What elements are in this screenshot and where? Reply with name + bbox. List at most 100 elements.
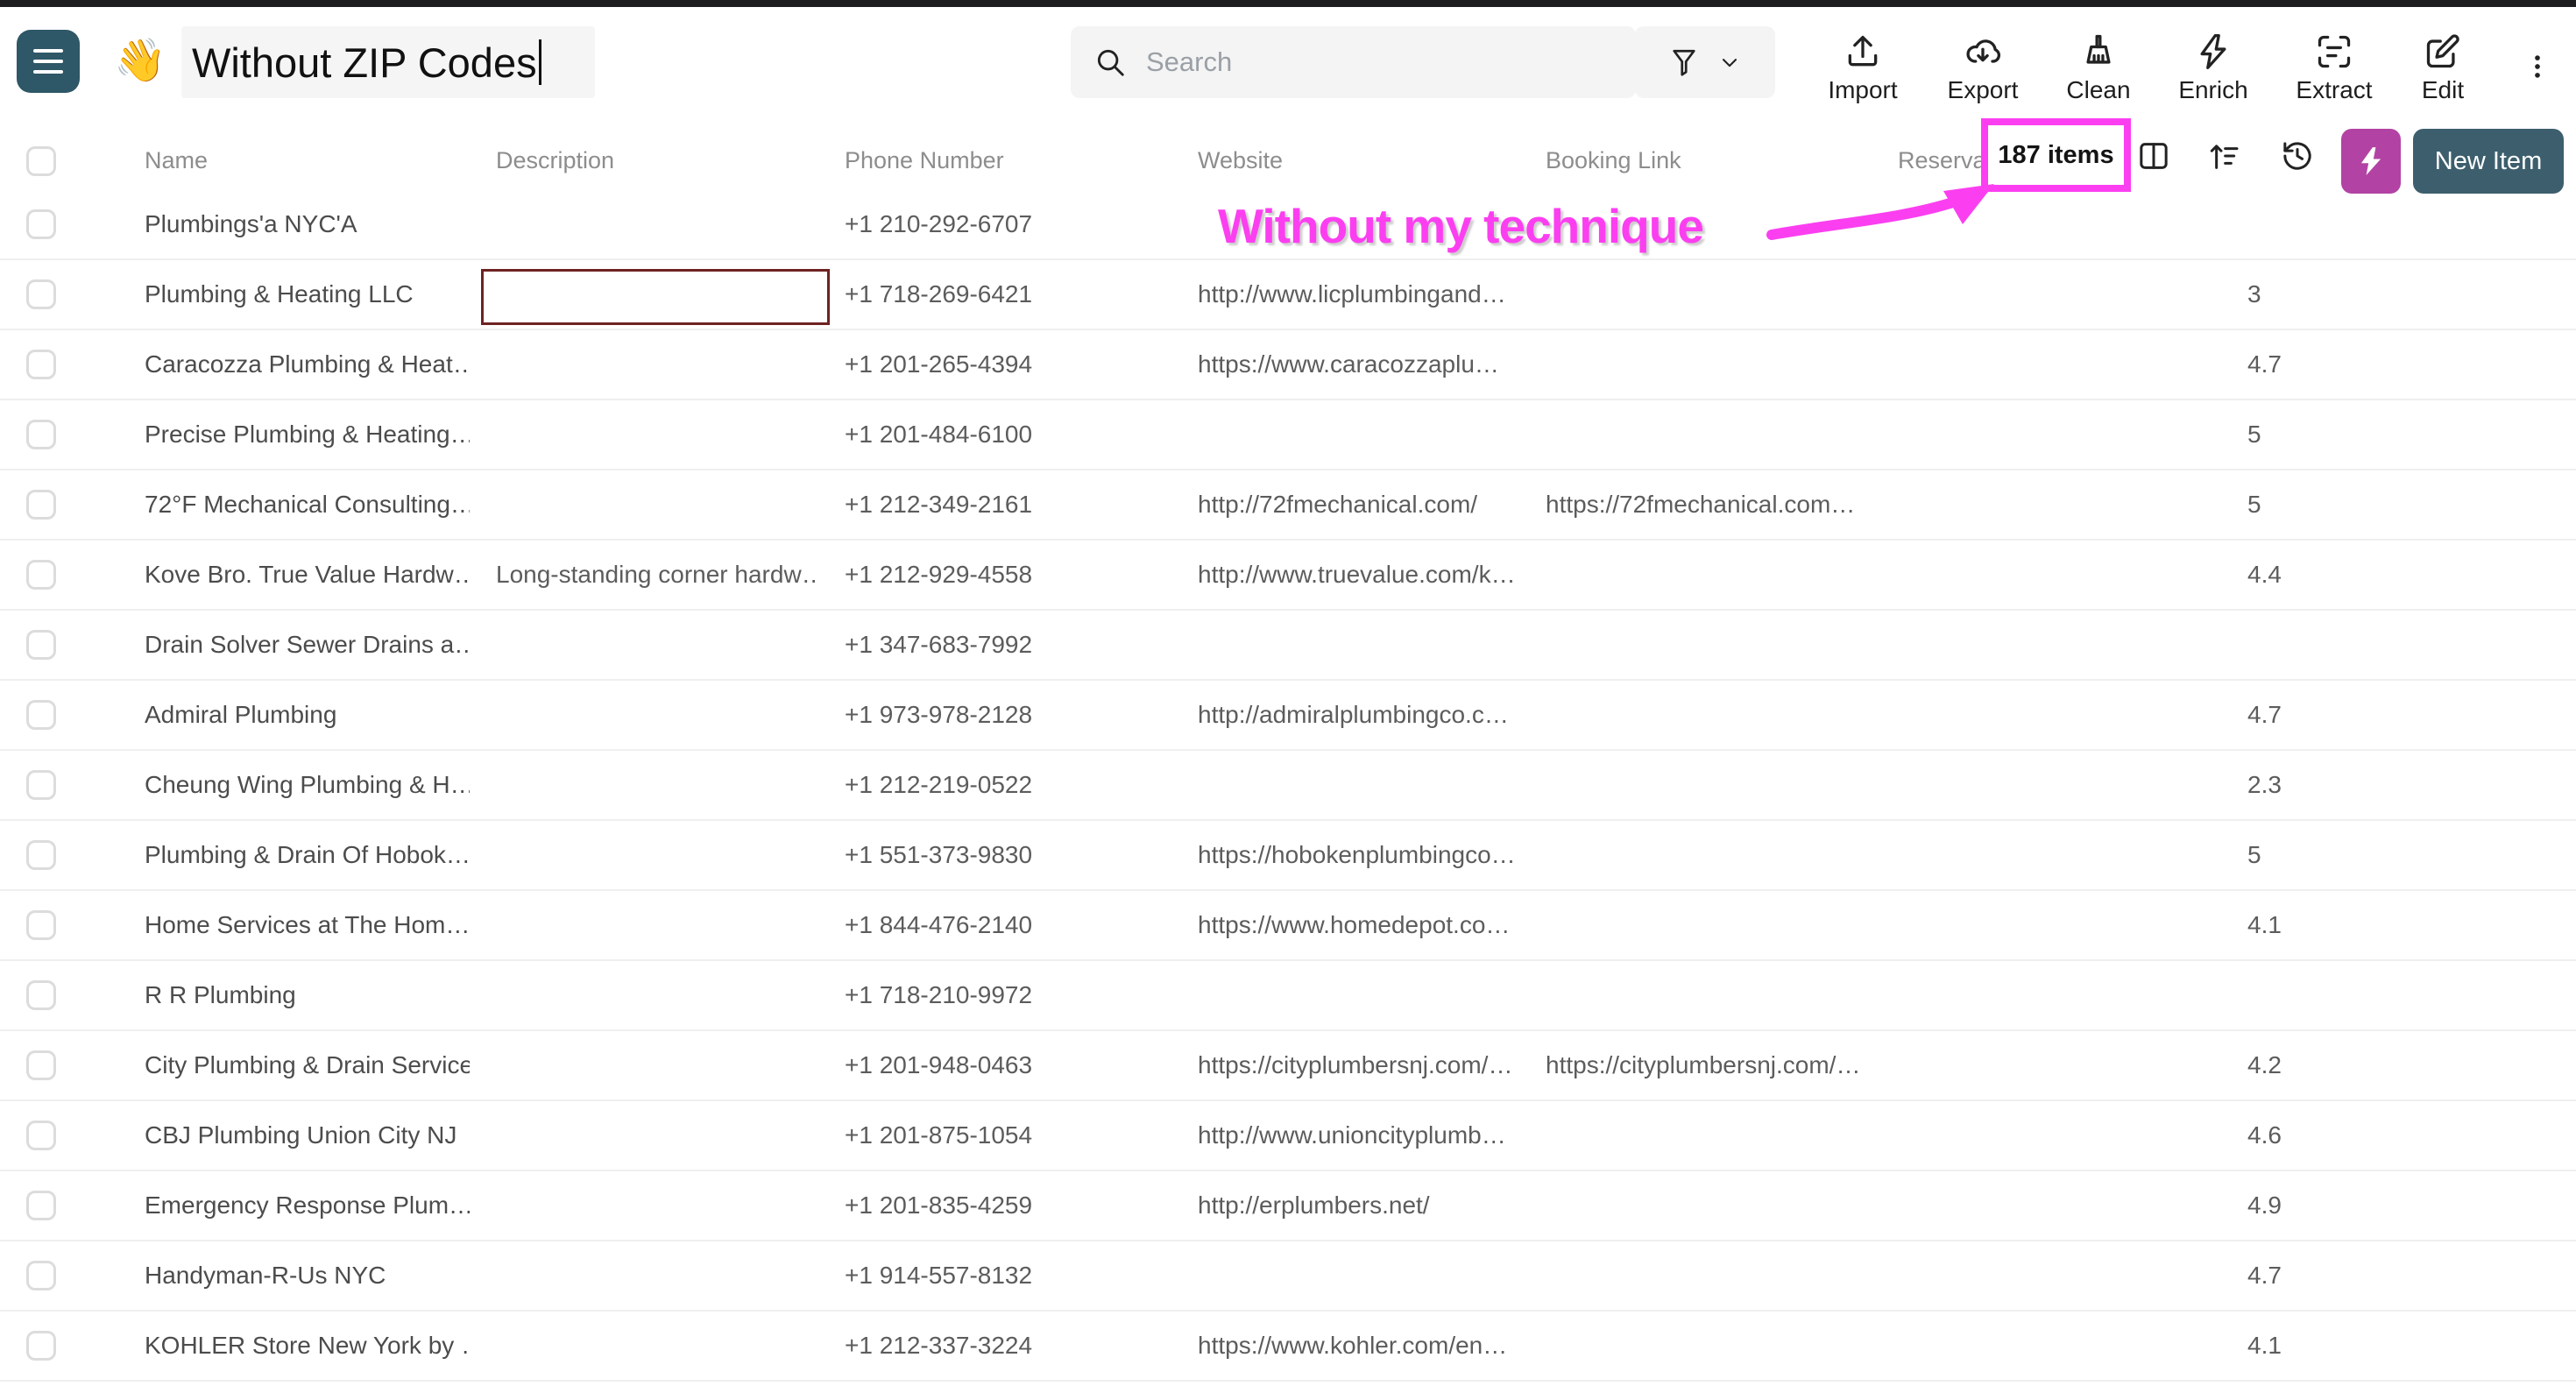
- cell-phone[interactable]: +1 201-484-6100: [818, 400, 1171, 469]
- cell-phone[interactable]: +1 212-337-3224: [818, 1312, 1171, 1380]
- row-checkbox[interactable]: [26, 1050, 56, 1080]
- cell-rating[interactable]: 5: [2217, 821, 2576, 889]
- cell-reservation[interactable]: [1872, 1312, 2217, 1380]
- cell-name[interactable]: Admiral Plumbing: [118, 681, 470, 749]
- export-button[interactable]: Export: [1935, 16, 2031, 121]
- cell-name[interactable]: CBJ Plumbing Union City NJ: [118, 1101, 470, 1170]
- row-checkbox[interactable]: [26, 350, 56, 379]
- cell-reservation[interactable]: [1872, 1031, 2217, 1099]
- filter-button[interactable]: [1635, 26, 1775, 98]
- cell-reservation[interactable]: [1872, 330, 2217, 399]
- cell-website[interactable]: [1171, 1241, 1519, 1310]
- table-row[interactable]: 72°F Mechanical Consulting…+1 212-349-21…: [0, 470, 2576, 541]
- table-row[interactable]: Emergency Response Plum… +1 201-835-4259h…: [0, 1171, 2576, 1241]
- cell-phone[interactable]: +1 551-373-9830: [818, 821, 1171, 889]
- search-input[interactable]: Search: [1071, 26, 1636, 98]
- menu-button[interactable]: [17, 30, 80, 93]
- cell-rating[interactable]: 4.4: [2217, 541, 2576, 609]
- quick-action-button[interactable]: [2341, 129, 2401, 194]
- sort-button[interactable]: [2206, 138, 2241, 173]
- cell-booking[interactable]: [1519, 1312, 1872, 1380]
- table-row[interactable]: CBJ Plumbing Union City NJ+1 201-875-105…: [0, 1101, 2576, 1171]
- cell-phone[interactable]: +1 718-210-9972: [818, 961, 1171, 1029]
- cell-booking[interactable]: [1519, 1241, 1872, 1310]
- cell-rating[interactable]: 5: [2217, 1382, 2576, 1400]
- cell-description[interactable]: [470, 751, 818, 819]
- cell-description[interactable]: [470, 681, 818, 749]
- cell-phone[interactable]: +1 201-835-4259: [818, 1171, 1171, 1240]
- history-button[interactable]: [2280, 138, 2315, 173]
- cell-rating[interactable]: 4.7: [2217, 330, 2576, 399]
- cell-rating[interactable]: 4.9: [2217, 1171, 2576, 1240]
- cell-website[interactable]: [1171, 961, 1519, 1029]
- import-button[interactable]: Import: [1815, 16, 1911, 121]
- cell-phone[interactable]: +1 212-929-4558: [818, 541, 1171, 609]
- row-checkbox[interactable]: [26, 279, 56, 309]
- row-checkbox[interactable]: [26, 1261, 56, 1290]
- cell-name[interactable]: R R Plumbing: [118, 961, 470, 1029]
- row-checkbox[interactable]: [26, 1121, 56, 1150]
- cell-description[interactable]: [470, 190, 818, 258]
- row-checkbox[interactable]: [26, 630, 56, 660]
- cell-reservation[interactable]: [1872, 260, 2217, 329]
- cell-phone[interactable]: +1 210-292-6707: [818, 190, 1171, 258]
- cell-booking[interactable]: [1519, 611, 1872, 679]
- table-row[interactable]: Plumbing & Heating LLC+1 718-269-6421htt…: [0, 260, 2576, 330]
- column-header-name[interactable]: Name: [118, 131, 470, 190]
- cell-name[interactable]: Plumbing & Drain Of Hobok…: [118, 821, 470, 889]
- cell-website[interactable]: http://admiralplumbingco.c…: [1171, 681, 1519, 749]
- cell-name[interactable]: 72°F Mechanical Consulting…: [118, 470, 470, 539]
- row-checkbox[interactable]: [26, 770, 56, 800]
- cell-booking[interactable]: [1519, 260, 1872, 329]
- cell-phone[interactable]: +1 201-744-2152: [818, 1382, 1171, 1400]
- column-header-website[interactable]: Website: [1171, 131, 1519, 190]
- cell-website[interactable]: https://hobokenplumbingco…: [1171, 821, 1519, 889]
- table-row[interactable]: Handyman-R-Us NYC+1 914-557-81324.7: [0, 1241, 2576, 1312]
- cell-name[interactable]: Handyman-R-Us NYC: [118, 1241, 470, 1310]
- cell-rating[interactable]: 4.7: [2217, 681, 2576, 749]
- row-checkbox[interactable]: [26, 1331, 56, 1361]
- cell-phone[interactable]: +1 347-683-7992: [818, 611, 1171, 679]
- cell-rating[interactable]: [2217, 961, 2576, 1029]
- cell-reservation[interactable]: [1872, 541, 2217, 609]
- cell-name[interactable]: Dr Rooter Plumbing Heating…: [118, 1382, 470, 1400]
- cell-rating[interactable]: 4.1: [2217, 1312, 2576, 1380]
- cell-rating[interactable]: 5: [2217, 470, 2576, 539]
- row-checkbox[interactable]: [26, 209, 56, 239]
- cell-reservation[interactable]: [1872, 681, 2217, 749]
- cell-phone[interactable]: +1 973-978-2128: [818, 681, 1171, 749]
- cell-website[interactable]: http://72fmechanical.com/: [1171, 470, 1519, 539]
- more-menu-button[interactable]: [2516, 39, 2558, 95]
- cell-description[interactable]: [470, 611, 818, 679]
- cell-name[interactable]: Emergency Response Plum…: [118, 1171, 470, 1240]
- cell-booking[interactable]: [1519, 1171, 1872, 1240]
- cell-website[interactable]: https://www.caracozzaplu…: [1171, 330, 1519, 399]
- cell-website[interactable]: http://erplumbers.net/: [1171, 1171, 1519, 1240]
- cell-name[interactable]: Caracozza Plumbing & Heat…: [118, 330, 470, 399]
- cell-phone[interactable]: +1 201-265-4394: [818, 330, 1171, 399]
- cell-website[interactable]: [1171, 751, 1519, 819]
- row-checkbox[interactable]: [26, 560, 56, 590]
- cell-website[interactable]: https://www.homedepot.co…: [1171, 891, 1519, 959]
- cell-booking[interactable]: [1519, 330, 1872, 399]
- row-checkbox[interactable]: [26, 910, 56, 940]
- cell-reservation[interactable]: [1872, 1101, 2217, 1170]
- cell-website[interactable]: http://drrooterplumbingnj.c…: [1171, 1382, 1519, 1400]
- column-header-phone[interactable]: Phone Number: [818, 131, 1171, 190]
- cell-phone[interactable]: +1 914-557-8132: [818, 1241, 1171, 1310]
- cell-description[interactable]: Long-standing corner hardw…: [470, 541, 818, 609]
- cell-rating[interactable]: 5: [2217, 400, 2576, 469]
- table-row[interactable]: Dr Rooter Plumbing Heating… +1 201-744-21…: [0, 1382, 2576, 1400]
- extract-button[interactable]: Extract: [2286, 16, 2382, 121]
- cell-reservation[interactable]: [1872, 400, 2217, 469]
- table-row[interactable]: Home Services at The Hom…+1 844-476-2140…: [0, 891, 2576, 961]
- cell-website[interactable]: [1171, 400, 1519, 469]
- cell-description[interactable]: [470, 400, 818, 469]
- edit-button[interactable]: Edit: [2395, 16, 2491, 121]
- row-checkbox[interactable]: [26, 420, 56, 449]
- row-checkbox[interactable]: [26, 980, 56, 1010]
- cell-rating[interactable]: 4.1: [2217, 891, 2576, 959]
- clean-button[interactable]: Clean: [2050, 16, 2147, 121]
- cell-reservation[interactable]: [1872, 821, 2217, 889]
- table-row[interactable]: Precise Plumbing & Heating…+1 201-484-61…: [0, 400, 2576, 470]
